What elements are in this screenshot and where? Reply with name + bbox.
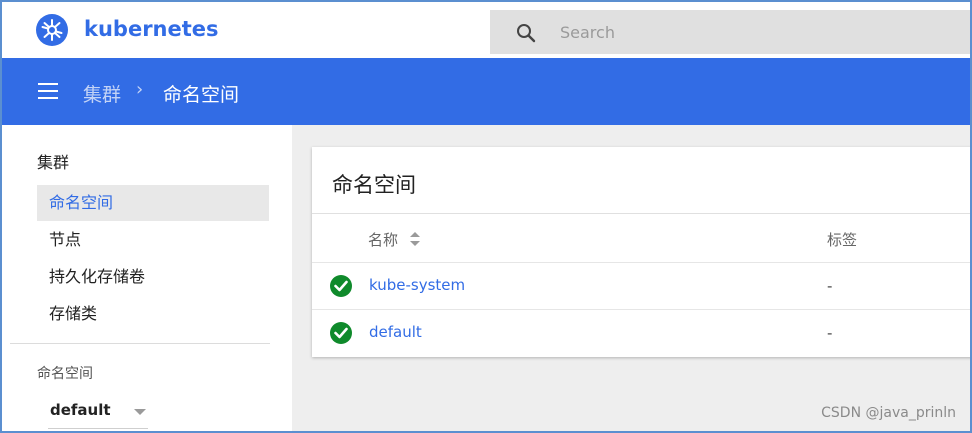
watermark: CSDN @java_prinln: [821, 405, 956, 421]
column-header-name[interactable]: 名称: [368, 229, 398, 250]
kubernetes-logo-icon[interactable]: [36, 14, 68, 46]
sidebar-item-storage-classes[interactable]: 存储类: [37, 296, 269, 332]
card-title: 命名空间: [332, 173, 416, 197]
app-toolbar: 集群 › 命名空间: [2, 58, 970, 125]
sidebar-item-namespaces[interactable]: 命名空间: [37, 185, 269, 221]
namespace-select[interactable]: default: [48, 395, 148, 429]
divider: [312, 213, 970, 214]
namespace-link-kube-system[interactable]: kube-system: [369, 276, 465, 294]
menu-icon[interactable]: [38, 83, 58, 99]
breadcrumb-namespaces: 命名空间: [163, 84, 240, 106]
divider: [312, 309, 970, 310]
sidebar: 集群 命名空间 节点 持久化存储卷 存储类 命名空间 default: [2, 125, 292, 431]
app-window: kubernetes 集群 › 命名空间 集群 命名空间 节点 持久化存储卷 存…: [0, 0, 972, 433]
namespaces-card: 命名空间 名称 标签 kube-system - default -: [312, 147, 970, 357]
namespace-select-value: default: [50, 401, 111, 419]
check-circle-icon: [330, 322, 352, 344]
breadcrumb-separator: ›: [136, 79, 144, 100]
sidebar-item-persistent-volumes[interactable]: 持久化存储卷: [37, 259, 269, 295]
sidebar-divider: [10, 343, 270, 344]
brand-name[interactable]: kubernetes: [84, 17, 219, 41]
namespace-link-default[interactable]: default: [369, 323, 422, 341]
namespace-selector-label: 命名空间: [37, 366, 93, 382]
column-header-labels: 标签: [827, 231, 858, 249]
divider: [312, 262, 970, 263]
breadcrumb-cluster[interactable]: 集群: [83, 80, 121, 107]
search-icon: [516, 23, 536, 43]
chevron-down-icon: [134, 409, 146, 415]
check-circle-icon: [330, 275, 352, 297]
namespace-labels-cell: -: [827, 324, 833, 342]
namespace-labels-cell: -: [827, 277, 833, 295]
sort-icon[interactable]: [409, 231, 421, 247]
top-bar: kubernetes: [2, 2, 970, 58]
sidebar-section-cluster[interactable]: 集群: [37, 149, 69, 173]
search-bar[interactable]: [490, 10, 970, 54]
sidebar-item-nodes[interactable]: 节点: [37, 222, 269, 258]
search-input[interactable]: [560, 20, 940, 44]
